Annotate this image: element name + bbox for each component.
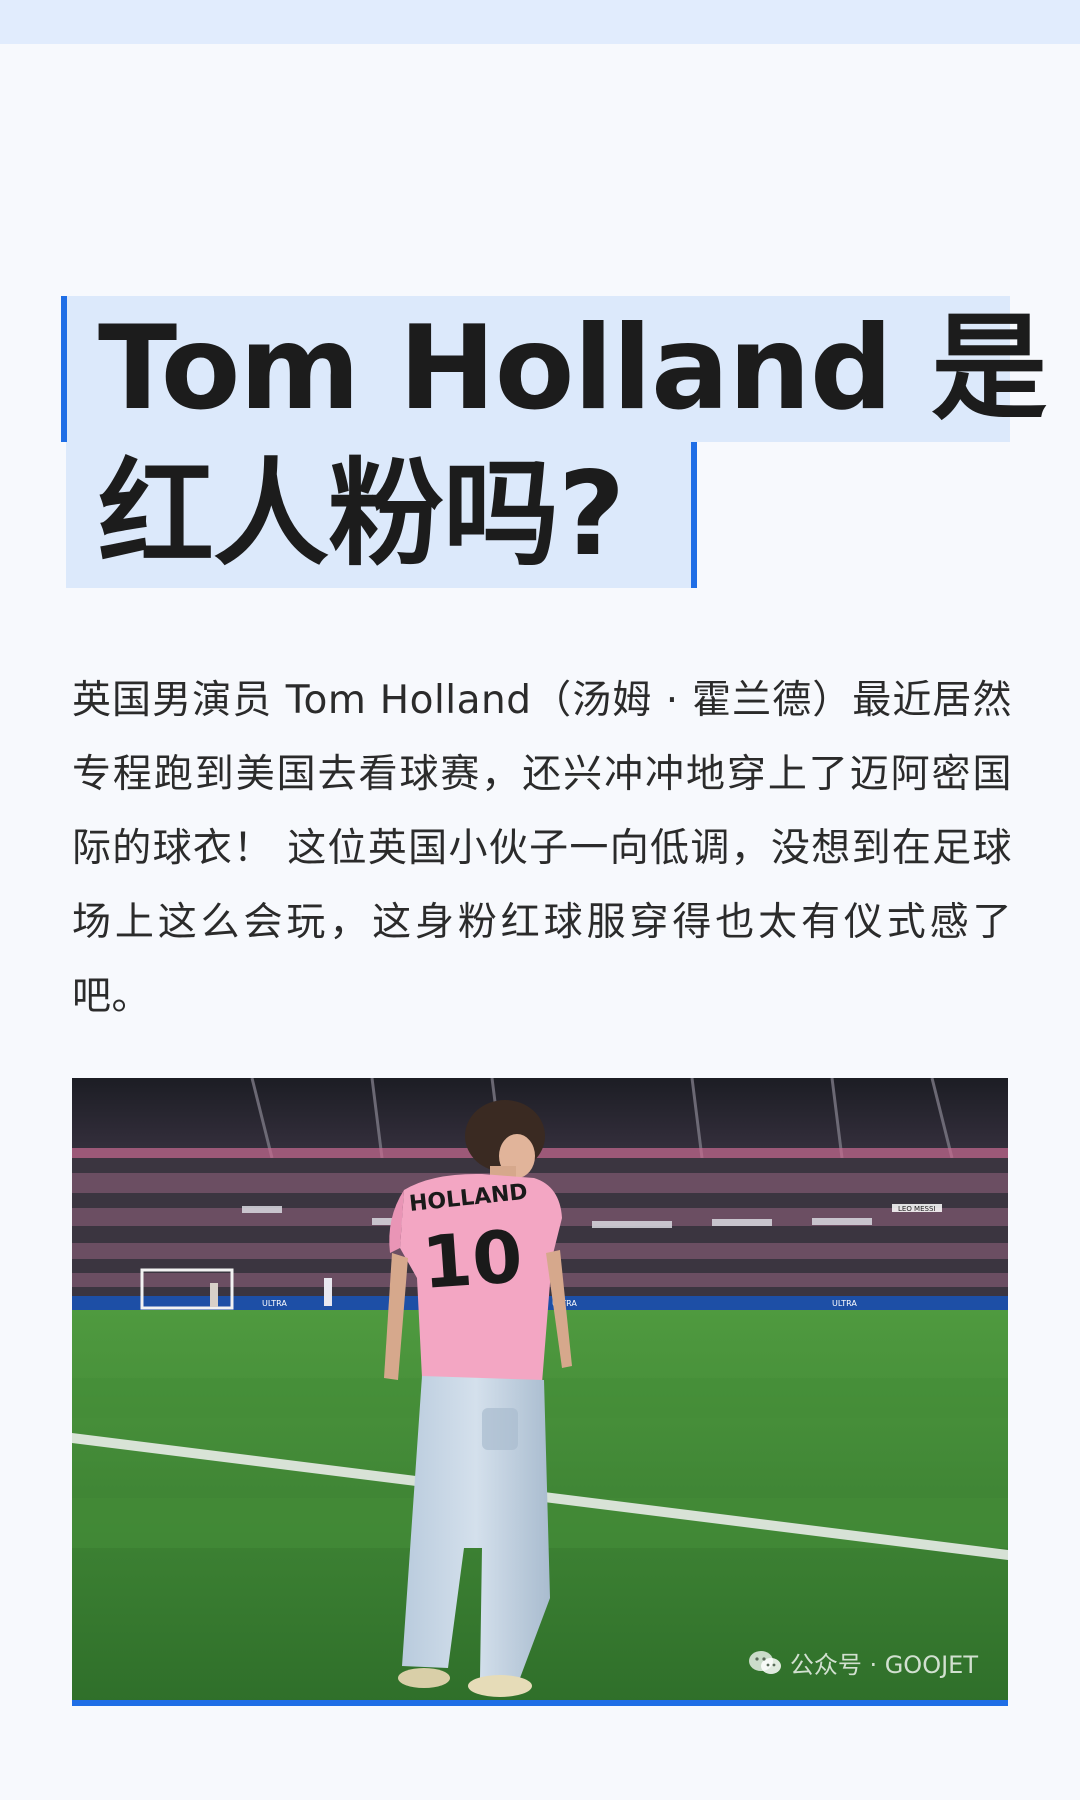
watermark-text: 公众号 · GOOJET [789, 1651, 978, 1679]
heading-line-1: Tom Holland 是 [61, 296, 1047, 442]
heading-accent-bar-right [691, 442, 698, 588]
board-text: LEO MESSI [898, 1205, 935, 1213]
ad-text-1: ULTRA [262, 1299, 287, 1308]
article-page: Tom Holland 是 红人粉吗? 英国男演员 Tom Holland（汤姆… [0, 0, 1080, 1800]
stadium-illustration: LEO MESSI ULTRA ULTRA ULTRA [72, 1078, 1008, 1702]
article-heading: Tom Holland 是 红人粉吗? [61, 296, 1047, 588]
heading-line-2: 红人粉吗? [66, 442, 698, 588]
ad-text-3: ULTRA [832, 1299, 857, 1308]
heading-text-line-2: 红人粉吗? [98, 447, 625, 582]
jersey-number: 10 [419, 1214, 525, 1305]
heading-text-line-1: Tom Holland 是 [98, 301, 1047, 436]
article-body: 英国男演员 Tom Holland（汤姆 · 霍兰德）最近居然专程跑到美国去看球… [72, 678, 1012, 1019]
wechat-icon [748, 1650, 781, 1674]
heading-accent-bar-left [61, 296, 67, 442]
article-photo: LEO MESSI ULTRA ULTRA ULTRA [72, 1078, 1008, 1702]
photo-accent-underline [72, 1700, 1008, 1706]
top-band [0, 0, 1080, 44]
watermark: 公众号 · GOOJET [748, 1645, 978, 1680]
